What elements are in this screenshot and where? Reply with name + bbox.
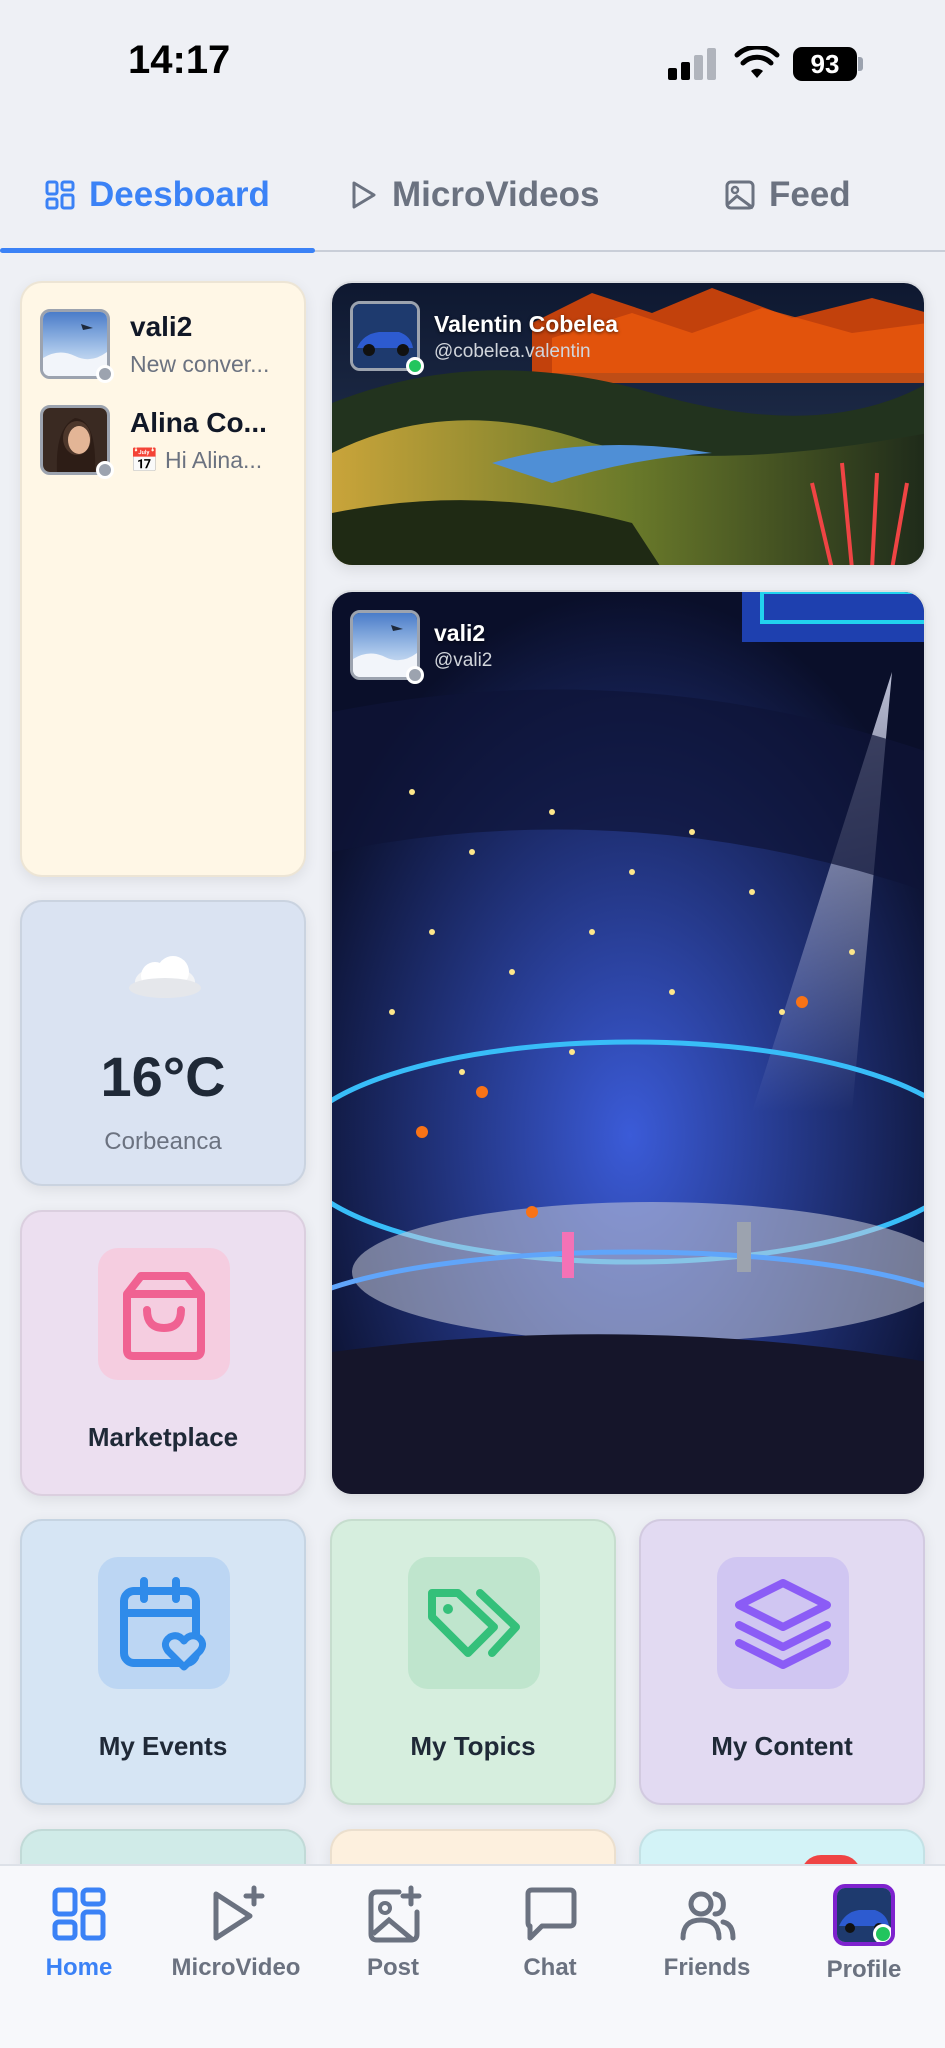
bottom-navigation: Home MicroVideo Post Chat Friends Profil… (0, 1864, 945, 2048)
my-topics-label: My Topics (410, 1731, 536, 1761)
my-events-tile[interactable]: My Events (20, 1519, 306, 1805)
nav-post-label: Post (366, 1954, 419, 1981)
calendar-heart-icon (120, 1577, 207, 1671)
tags-icon (428, 1589, 520, 1657)
nav-profile[interactable]: Profile (785, 1884, 943, 1994)
post-author-handle: @cobelea.valentin (434, 341, 591, 362)
profile-avatar-icon (833, 1884, 895, 1946)
nav-home[interactable]: Home (0, 1884, 158, 1994)
nav-microvideo-label: MicroVideo (171, 1954, 301, 1981)
home-grid-icon (52, 1887, 106, 1941)
marketplace-icon-box (98, 1248, 230, 1380)
chat-name: Alina Co... (130, 407, 267, 438)
play-icon (352, 181, 376, 209)
chat-preview: 📅 Hi Alina... (130, 447, 263, 473)
events-icon-box (98, 1557, 230, 1689)
online-dot (406, 357, 424, 375)
marketplace-tile[interactable]: Marketplace (20, 1210, 306, 1496)
shopping-bag-icon (123, 1272, 205, 1360)
nav-friends[interactable]: Friends (628, 1884, 786, 1994)
chat-bubble-icon (525, 1887, 577, 1941)
chat-item[interactable]: vali2 New conver... (40, 309, 300, 383)
status-dot (406, 666, 424, 684)
chat-preview: New conver... (130, 351, 270, 377)
post-author-name: Valentin Cobelea (434, 311, 619, 337)
layers-icon (735, 1579, 831, 1669)
nav-post[interactable]: Post (314, 1884, 472, 1994)
my-events-label: My Events (98, 1731, 228, 1761)
status-dot (96, 461, 114, 479)
nav-chat[interactable]: Chat (471, 1884, 629, 1994)
nav-friends-label: Friends (663, 1954, 751, 1981)
battery-cap (858, 57, 863, 71)
image-plus-icon (368, 1885, 422, 1943)
post-author-handle: @vali2 (434, 650, 493, 671)
post-card[interactable]: Valentin Cobelea @cobelea.valentin (330, 281, 926, 567)
tab-feed[interactable]: Feed (725, 170, 851, 220)
tab-dashboard-label: Deesboard (89, 175, 270, 214)
top-tab-bar: Deesboard MicroVideos Feed (0, 140, 945, 253)
online-dot (873, 1924, 891, 1942)
nav-microvideo[interactable]: MicroVideo (157, 1884, 315, 1994)
marketplace-label: Marketplace (87, 1422, 239, 1452)
content-icon-box (717, 1557, 849, 1689)
status-time: 14:17 (128, 38, 231, 82)
weather-widget[interactable]: 16°C Corbeanca (20, 900, 306, 1186)
weather-temperature: 16°C (100, 1045, 226, 1108)
my-content-tile[interactable]: My Content (639, 1519, 925, 1805)
status-dot (96, 365, 114, 383)
video-plus-icon (213, 1885, 265, 1941)
chat-name: vali2 (130, 311, 193, 342)
post-video-thumbnail (332, 592, 924, 1494)
chat-item[interactable]: Alina Co... 📅 Hi Alina... (40, 405, 300, 479)
nav-chat-label: Chat (523, 1954, 577, 1981)
my-topics-tile[interactable]: My Topics (330, 1519, 616, 1805)
signal-icon (668, 48, 720, 80)
post-card[interactable]: vali2 @vali2 (330, 590, 926, 1496)
nav-profile-label: Profile (826, 1956, 902, 1983)
battery-indicator: 93 (793, 47, 857, 81)
post-author-name: vali2 (434, 620, 486, 646)
tab-dashboard[interactable]: Deesboard (45, 170, 270, 220)
tab-feed-label: Feed (769, 175, 851, 214)
weather-location: Corbeanca (104, 1128, 222, 1155)
tab-microvideos-label: MicroVideos (392, 175, 600, 214)
wifi-icon (734, 46, 780, 78)
tab-microvideos[interactable]: MicroVideos (350, 170, 599, 220)
friends-icon (680, 1891, 736, 1941)
cloud-icon (129, 956, 201, 998)
topics-icon-box (408, 1557, 540, 1689)
my-content-label: My Content (711, 1731, 853, 1761)
dashboard-icon (45, 180, 75, 210)
active-tab-indicator (0, 248, 315, 253)
status-bar: 14:17 93 (0, 0, 945, 125)
post-image (332, 283, 924, 565)
nav-home-label: Home (45, 1954, 113, 1981)
image-icon (725, 180, 755, 210)
recent-chats-card[interactable]: vali2 New conver... Alina Co... 📅 Hi Ali… (20, 281, 306, 877)
